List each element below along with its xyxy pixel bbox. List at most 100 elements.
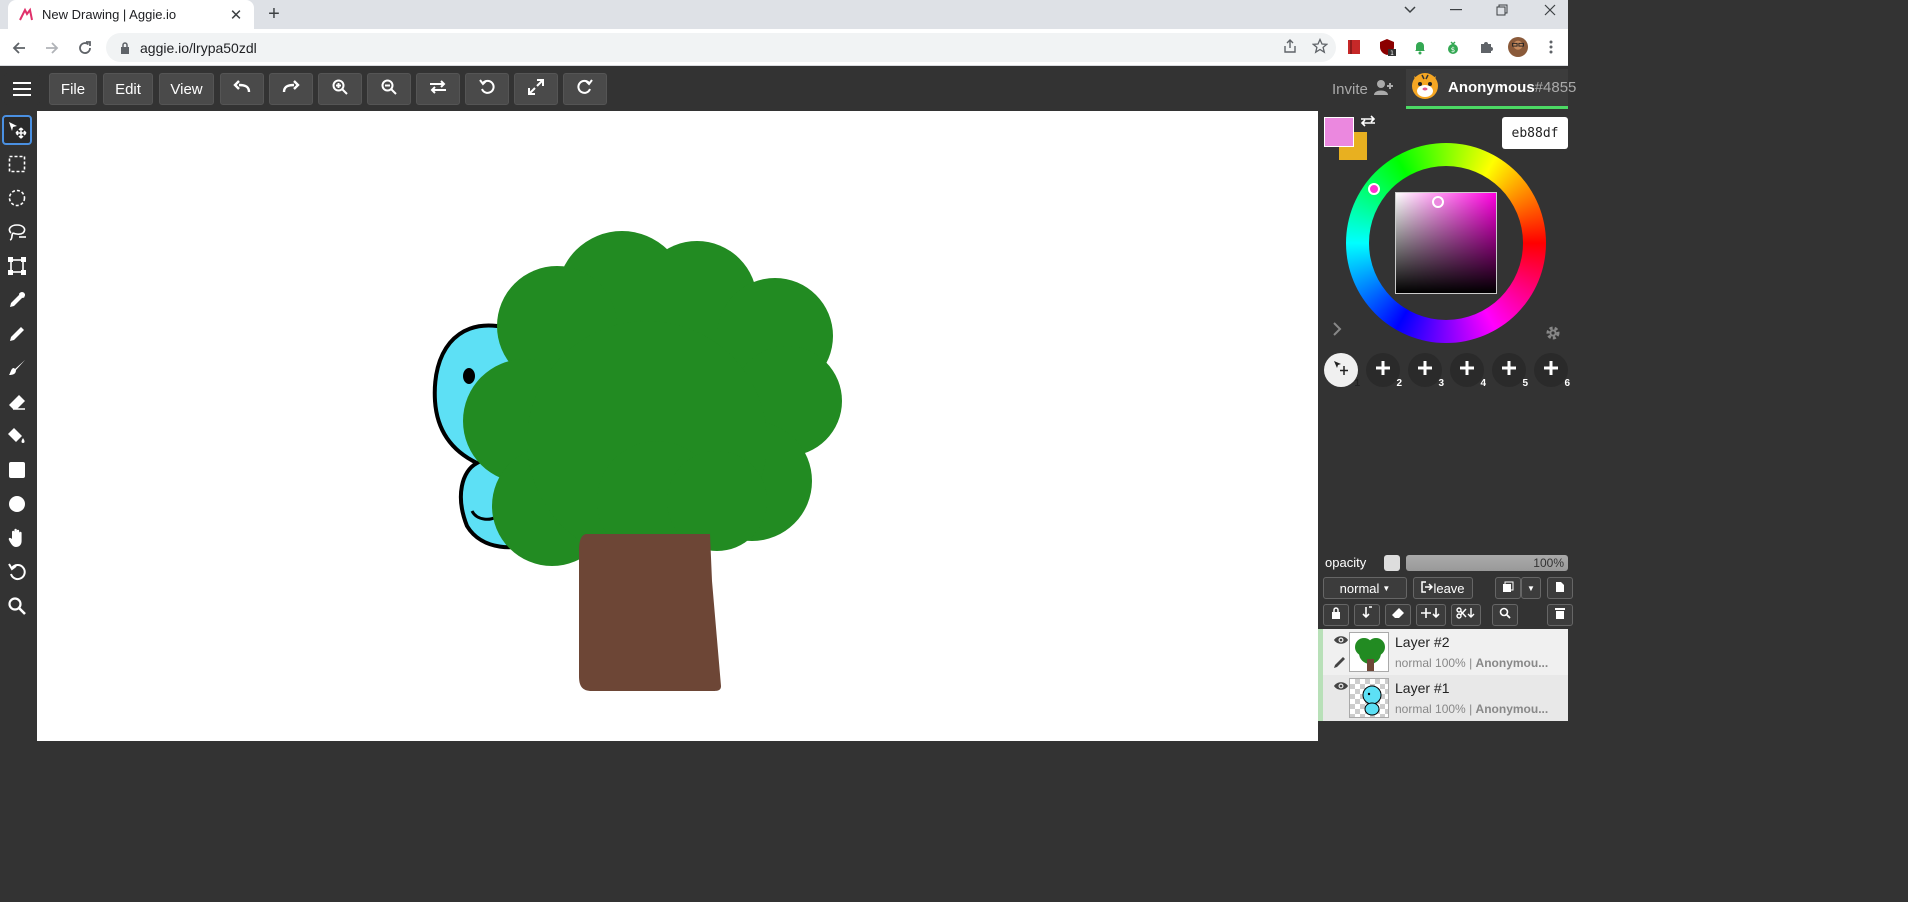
new-file-icon [1555, 581, 1565, 596]
hue-handle[interactable] [1368, 183, 1380, 195]
profile-avatar[interactable] [1508, 37, 1528, 57]
search-icon [1499, 606, 1511, 624]
share-icon[interactable] [1282, 38, 1298, 57]
zoom-out-button[interactable] [367, 73, 411, 105]
layer-opacity: 100% [1435, 702, 1466, 716]
minimize-icon[interactable] [1436, 0, 1476, 20]
rotate-view-tool-icon[interactable] [2, 557, 32, 587]
svg-text:$: $ [1451, 46, 1455, 54]
trash-icon [1555, 606, 1565, 624]
swap-colors-icon[interactable] [1360, 114, 1376, 133]
close-window-icon[interactable] [1530, 0, 1570, 20]
lock-layer-button[interactable] [1323, 604, 1349, 626]
forward-icon[interactable] [40, 36, 64, 60]
browser-address-bar: aggie.io/lrypa50zdl 1 $ [0, 29, 1568, 66]
back-icon[interactable] [7, 36, 31, 60]
eyedropper-tool-icon[interactable] [2, 285, 32, 315]
layer-owner: Anonymou... [1475, 656, 1549, 670]
tab-search-icon[interactable] [1390, 0, 1430, 20]
duplicate-dropdown-button[interactable]: ▼ [1521, 577, 1541, 599]
new-tab-icon[interactable]: + [262, 2, 286, 26]
brush-tool-icon[interactable] [2, 353, 32, 383]
hand-tool-icon[interactable] [2, 523, 32, 553]
color-wheel[interactable] [1346, 143, 1546, 343]
user-name: Anonymous [1448, 79, 1535, 96]
chrome-menu-icon[interactable] [1541, 37, 1561, 57]
transform-tool-icon[interactable] [2, 251, 32, 281]
rotate-right-button[interactable] [563, 73, 607, 105]
extension-book-icon[interactable] [1344, 37, 1364, 57]
pencil-tool-icon[interactable] [2, 319, 32, 349]
saturation-value-square[interactable] [1395, 192, 1497, 294]
flip-button[interactable] [416, 73, 460, 105]
drawing-canvas[interactable] [37, 111, 1318, 741]
fullscreen-button[interactable] [514, 73, 558, 105]
rectangle-tool-icon[interactable] [2, 455, 32, 485]
brush-slot-6[interactable]: 6 [1534, 353, 1570, 389]
delete-layer-button[interactable] [1547, 604, 1573, 626]
caret-down-icon: ▼ [1382, 583, 1391, 593]
tab-close-icon[interactable]: ✕ [228, 7, 244, 24]
file-menu-button[interactable]: File [49, 73, 97, 105]
restore-icon[interactable] [1482, 0, 1522, 20]
add-layer-below-button[interactable] [1416, 604, 1446, 626]
new-layer-button[interactable] [1547, 577, 1573, 599]
zoom-in-button[interactable] [318, 73, 362, 105]
move-tool-icon[interactable] [2, 115, 32, 145]
extension-shield-icon[interactable]: 1 [1377, 37, 1397, 57]
find-layer-button[interactable] [1492, 604, 1518, 626]
brush-slot-2[interactable]: 2 [1366, 353, 1402, 389]
rotate-left-button[interactable] [465, 73, 509, 105]
zoom-tool-icon[interactable] [2, 591, 32, 621]
extension-bell-icon[interactable] [1410, 37, 1430, 57]
ellipse-tool-icon[interactable] [2, 489, 32, 519]
opacity-label: opacity [1325, 555, 1367, 570]
redo-button[interactable] [269, 73, 313, 105]
edit-menu-button[interactable]: Edit [103, 73, 153, 105]
duplicate-layer-button[interactable] [1495, 577, 1521, 599]
undo-button[interactable] [220, 73, 264, 105]
view-menu-button[interactable]: View [159, 73, 214, 105]
reload-icon[interactable] [73, 36, 97, 60]
layer-row[interactable]: Layer #2 normal 100% | Anonymou... [1318, 629, 1568, 675]
brush-slot-5[interactable]: 5 [1492, 353, 1528, 389]
hamburger-menu-icon[interactable] [4, 73, 40, 105]
brush-slot-number: 5 [1522, 378, 1528, 389]
extensions-puzzle-icon[interactable] [1476, 37, 1496, 57]
brush-slot-number: 6 [1564, 378, 1570, 389]
opacity-slider[interactable]: 100% [1406, 555, 1568, 571]
brush-slot-number: 1 [1354, 378, 1360, 389]
eraser-tool-icon[interactable] [2, 387, 32, 417]
user-badge[interactable]: Anonymous #4855 [1406, 69, 1576, 109]
extension-money-icon[interactable]: $ [1443, 37, 1463, 57]
merge-down-button[interactable] [1354, 604, 1380, 626]
layer-name: Layer #1 [1395, 680, 1450, 696]
invite-button[interactable]: Invite [1332, 79, 1394, 99]
brush-slot-number: 2 [1396, 378, 1402, 389]
cut-layer-button[interactable] [1451, 604, 1481, 626]
fill-bucket-tool-icon[interactable] [2, 421, 32, 451]
clear-layer-button[interactable] [1385, 604, 1411, 626]
opacity-slider-handle[interactable] [1384, 555, 1400, 571]
brush-slot-4[interactable]: 4 [1450, 353, 1486, 389]
caret-down-icon: ▼ [1527, 583, 1535, 593]
brush-slot-3[interactable]: 3 [1408, 353, 1444, 389]
url-input[interactable]: aggie.io/lrypa50zdl [106, 33, 1336, 62]
layer-row[interactable]: Layer #1 normal 100% | Anonymou... [1318, 675, 1568, 721]
eye-icon[interactable] [1333, 679, 1349, 697]
layer-owner: Anonymou... [1475, 702, 1549, 716]
tab-title: New Drawing | Aggie.io [42, 7, 177, 22]
browser-tab[interactable]: New Drawing | Aggie.io ✕ [8, 0, 254, 29]
eye-icon[interactable] [1333, 633, 1349, 651]
gear-icon[interactable] [1544, 324, 1562, 347]
blend-mode-select[interactable]: normal ▼ [1323, 577, 1407, 599]
sv-handle[interactable] [1432, 196, 1444, 208]
chevron-right-icon[interactable] [1332, 322, 1342, 341]
rect-select-tool-icon[interactable] [2, 149, 32, 179]
brush-slot-1[interactable]: 1 [1324, 353, 1360, 389]
layer-meta: normal 100% | Anonymou... [1395, 656, 1549, 670]
lasso-tool-icon[interactable] [2, 217, 32, 247]
ellipse-select-tool-icon[interactable] [2, 183, 32, 213]
bookmark-star-icon[interactable] [1311, 37, 1329, 57]
leave-layer-button[interactable]: leave [1413, 577, 1473, 599]
